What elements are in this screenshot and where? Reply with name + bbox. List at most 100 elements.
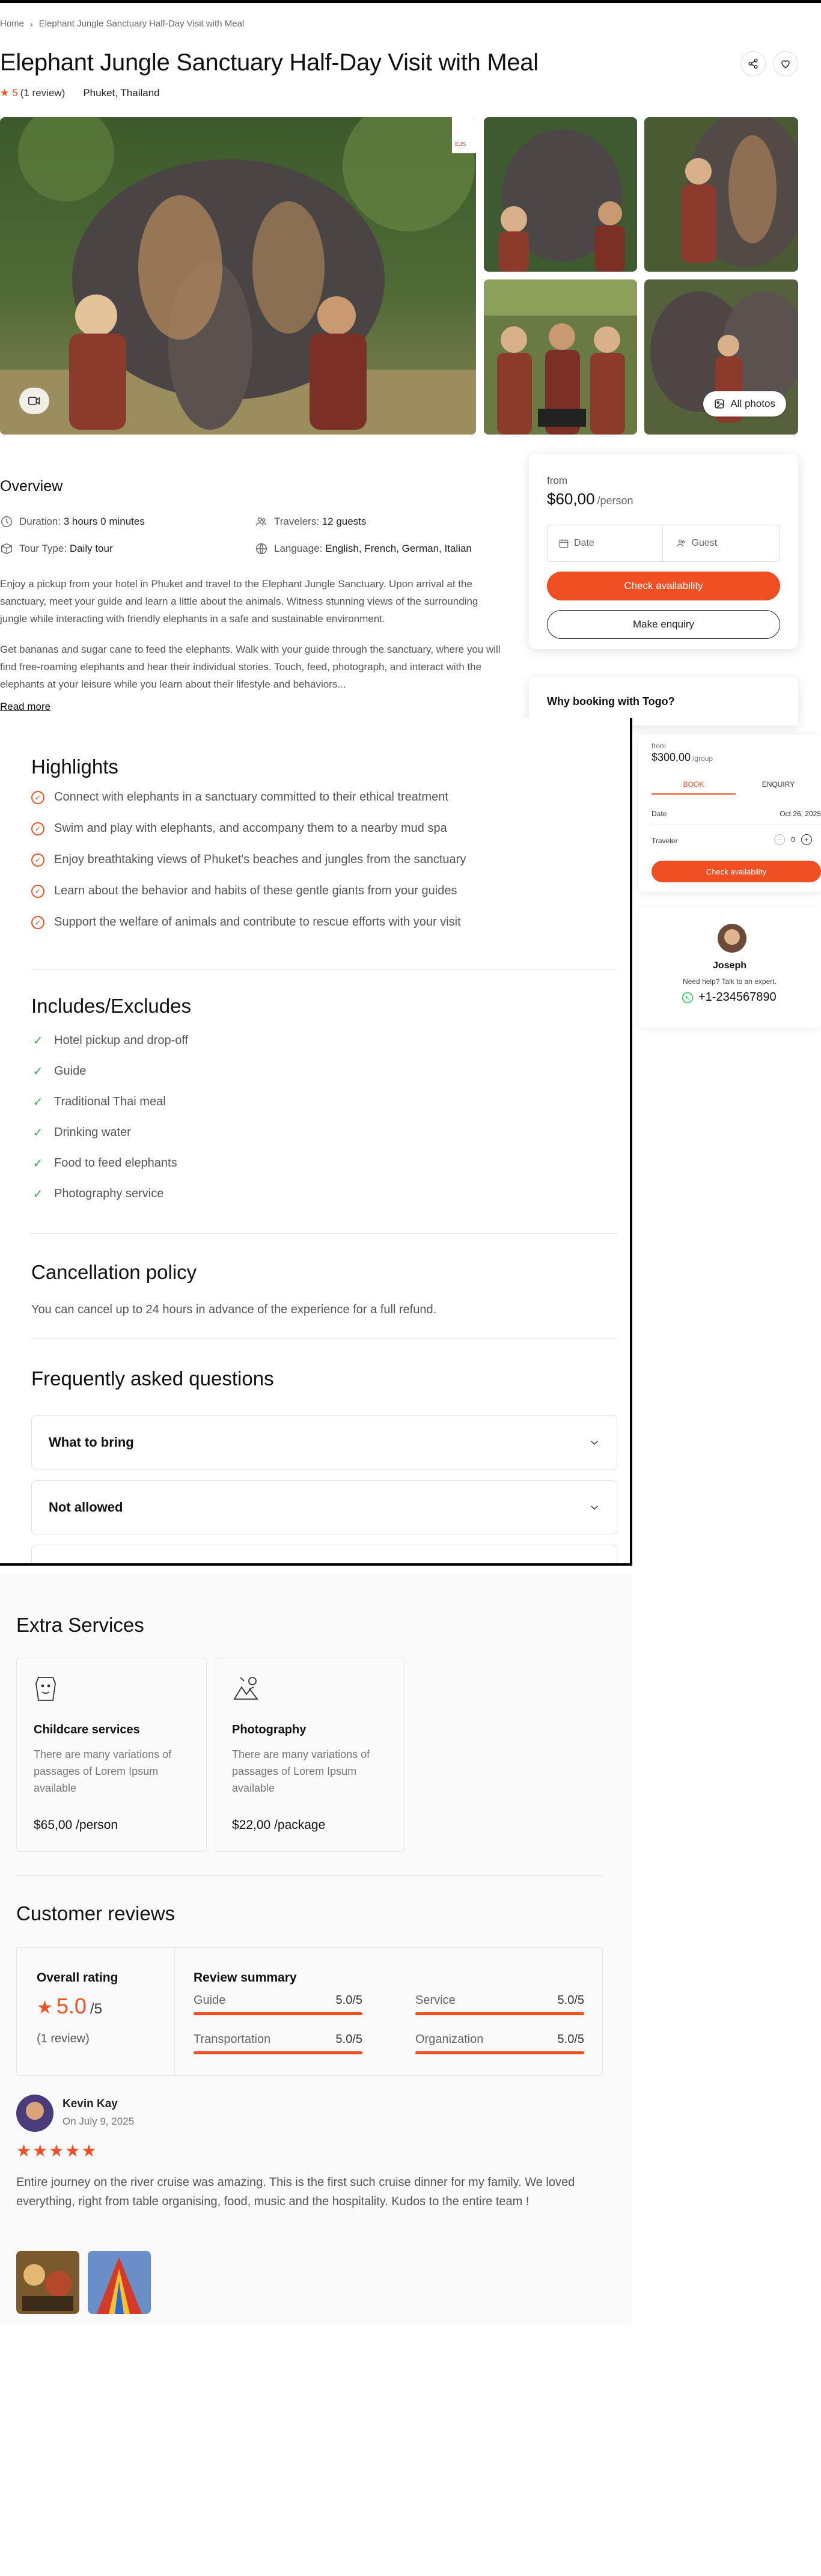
faq-item[interactable]: What to bring (31, 1415, 617, 1470)
rating-bar (194, 2051, 362, 2054)
include-item: ✓ Drinking water (31, 1125, 131, 1140)
service-price: $65,00 /person (34, 1818, 118, 1832)
overview-paragraph: Enjoy a pickup from your hotel in Phuket… (0, 578, 478, 624)
star-icon: ★ (0, 87, 10, 99)
plus-icon[interactable]: + (801, 834, 812, 845)
highlight-text: Swim and play with elephants, and accomp… (54, 822, 447, 835)
guest-input[interactable]: Guest (663, 525, 780, 561)
rating-category-name: Guide (194, 1994, 226, 2007)
service-card[interactable]: Childcare services There are many variat… (16, 1658, 207, 1852)
wishlist-button[interactable] (773, 51, 798, 76)
rating-category: Transportation 5.0/5 (194, 2033, 362, 2054)
duration-fact: Duration: 3 hours 0 minutes (0, 515, 145, 528)
gallery-photo[interactable]: All photos (644, 279, 798, 435)
highlight-item: ✓ Enjoy breathtaking views of Phuket's be… (31, 853, 466, 867)
review-text: Entire journey on the river cruise was a… (16, 2176, 575, 2208)
date-input[interactable]: Date (548, 525, 663, 561)
duration-value: 3 hours 0 minutes (63, 516, 145, 527)
include-item: ✓ Photography service (31, 1186, 164, 1201)
rating-category-score: 5.0/5 (557, 1994, 584, 2007)
agent-phone[interactable]: +1-234567890 (682, 990, 777, 1004)
overall-label: Overall rating (37, 1971, 118, 1985)
all-photos-label: All photos (730, 398, 775, 409)
include-text: Drinking water (54, 1126, 131, 1139)
guest-placeholder: Guest (691, 538, 718, 548)
gallery-photo[interactable] (644, 117, 798, 272)
overview-heading: Overview (0, 478, 63, 495)
mini-price-value: $300,00 (652, 751, 691, 763)
baby-icon (35, 1677, 56, 1701)
review-count[interactable]: (1 review) (20, 87, 66, 99)
rating-category-row: Service 5.0/5 (415, 1994, 584, 2007)
include-item: ✓ Hotel pickup and drop-off (31, 1033, 189, 1048)
review-photo[interactable] (88, 2251, 151, 2314)
agent-phone-number: +1-234567890 (698, 990, 777, 1004)
check-icon: ✓ (32, 1096, 43, 1109)
service-price: $22,00 /package (232, 1818, 326, 1832)
review-stars: ★★★★★ (16, 2141, 98, 2160)
rating-category-name: Service (415, 1994, 456, 2007)
rating-bar (415, 2051, 584, 2054)
minus-icon[interactable]: − (774, 834, 785, 845)
rating-category-name: Organization (415, 2033, 484, 2046)
check-availability-button[interactable]: Check availability (547, 572, 780, 600)
review-date: On July 9, 2025 (63, 2116, 135, 2127)
agent-card: Joseph Need help? Talk to an expert. +1-… (638, 908, 821, 1028)
divider (31, 1233, 617, 1234)
travelers-label: Travelers: (274, 516, 319, 527)
rating-category-score: 5.0/5 (335, 1994, 362, 2007)
rating-summary: Overall rating ★ 5.0 /5 (1 review) Revie… (16, 1947, 603, 2077)
avatar (16, 2095, 53, 2132)
faq-item[interactable]: Not allowed (31, 1480, 617, 1534)
tab-book[interactable]: BOOK (652, 780, 736, 795)
summary-label: Review summary (194, 1971, 297, 1985)
faq-item-partial[interactable] (31, 1545, 617, 1563)
tour-meta: ★ 5 (1 review) Phuket, Thailand (0, 87, 160, 99)
service-desc: There are many variations of passages of… (34, 1748, 172, 1794)
share-button[interactable] (740, 51, 766, 76)
review-photo[interactable] (16, 2251, 79, 2314)
rating-category-row: Organization 5.0/5 (415, 2033, 584, 2046)
whatsapp-icon (682, 992, 694, 1003)
all-photos-button[interactable]: All photos (703, 391, 786, 417)
camera-icon (233, 1677, 258, 1700)
avatar (718, 924, 746, 953)
language-label: Language: (274, 543, 323, 554)
overall-score-max: /5 (90, 2001, 102, 2017)
include-item: ✓ Traditional Thai meal (31, 1094, 166, 1109)
include-text: Hotel pickup and drop-off (54, 1034, 189, 1047)
overall-count: (1 review) (37, 2032, 90, 2045)
gallery-photo[interactable] (484, 279, 637, 435)
booking-inputs: Date Guest (547, 525, 780, 562)
cancellation-text: You can cancel up to 24 hours in advance… (31, 1303, 437, 1316)
check-circle-icon: ✓ (31, 884, 44, 898)
mini-booking-widget: from $300,00 /group BOOK ENQUIRY Date Oc… (638, 734, 821, 892)
share-icon (748, 58, 758, 69)
tab-enquiry[interactable]: ENQUIRY (736, 780, 821, 793)
tourtype-label: Tour Type: (19, 543, 67, 554)
price: $60,00 /person (547, 490, 633, 508)
read-more-link[interactable]: Read more (0, 701, 50, 713)
rating-category: Organization 5.0/5 (415, 2033, 584, 2054)
price-value: $60,00 (547, 490, 595, 508)
breadcrumb: Home › Elephant Jungle Sanctuary Half-Da… (0, 19, 244, 29)
rating-category: Guide 5.0/5 (194, 1994, 362, 2015)
mini-date-value[interactable]: Oct 26, 2025 (780, 810, 821, 818)
make-enquiry-button[interactable]: Make enquiry (547, 610, 780, 639)
date-placeholder: Date (574, 538, 594, 548)
include-text: Traditional Thai meal (54, 1095, 166, 1108)
mini-check-availability-button[interactable]: Check availability (652, 861, 821, 882)
mini-from: from (652, 742, 666, 750)
location: Phuket, Thailand (83, 87, 160, 99)
reviews-heading: Customer reviews (16, 1902, 175, 1924)
main-photo[interactable]: EJS (0, 117, 476, 435)
gallery-photo[interactable] (484, 117, 637, 272)
video-button[interactable] (19, 388, 49, 414)
service-card[interactable]: Photography There are many variations of… (215, 1658, 405, 1852)
traveler-stepper: − 0 + (774, 834, 812, 845)
faq-question: What to bring (49, 1435, 134, 1450)
chevron-down-icon (589, 1437, 600, 1448)
chevron-right-icon: › (30, 19, 33, 29)
agent-help: Need help? Talk to an expert. (683, 977, 777, 986)
breadcrumb-home[interactable]: Home (0, 19, 24, 29)
